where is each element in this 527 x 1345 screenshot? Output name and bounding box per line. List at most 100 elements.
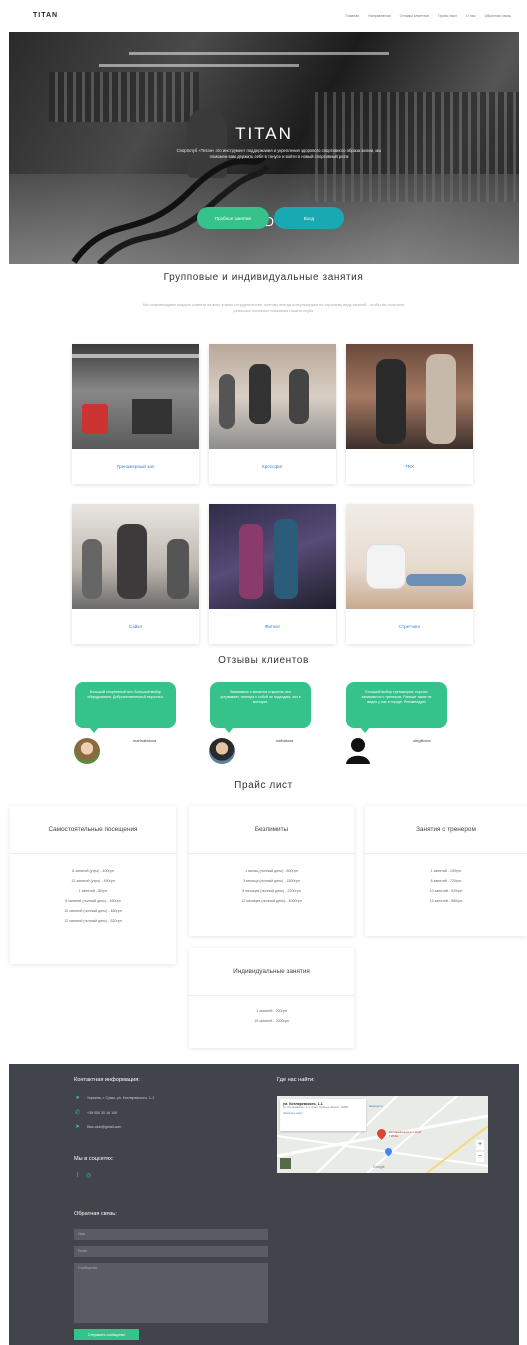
nav-item-directions[interactable]: Направления — [368, 14, 390, 18]
crossfit-photo — [209, 344, 336, 449]
hero-title: TITAN — [235, 124, 293, 143]
social-links: f ◎ — [74, 1172, 92, 1180]
classes-description: Мы сопровождаем каждого клиента на всех … — [142, 303, 405, 313]
stretching-photo — [346, 504, 473, 609]
message-field[interactable]: Сообщение — [74, 1263, 268, 1323]
reviewer-name: nathalosa — [276, 738, 294, 743]
class-label[interactable]: Кроссфит — [209, 449, 336, 484]
class-label[interactable]: TRX — [346, 449, 473, 484]
address-text: Украина, г. Сумы, ул. Котляревского, 1-1 — [87, 1096, 155, 1100]
nav-item-reviews[interactable]: Отзывы клиентов — [400, 14, 429, 18]
email-text[interactable]: titan.club@gmail.com — [87, 1125, 121, 1129]
instagram-icon[interactable]: ◎ — [85, 1172, 92, 1179]
review-bubble: Большой спортивный зал. Большой выбор об… — [75, 682, 176, 733]
name-field[interactable]: Имя — [74, 1229, 268, 1240]
class-card-cycle[interactable]: Сайкл — [72, 504, 199, 644]
nav-item-prices[interactable]: Прайс лист — [438, 14, 457, 18]
price-card: Индивидуальные занятия 1 занятий - 200гр… — [189, 948, 354, 1048]
logo[interactable]: TITAN — [33, 12, 58, 19]
price-card-title: Индивидуальные занятия — [233, 968, 310, 975]
login-button[interactable]: Вход — [274, 207, 344, 229]
gym-photo — [72, 344, 199, 449]
satellite-toggle[interactable] — [280, 1158, 291, 1169]
nav-item-about[interactable]: О нас — [466, 14, 476, 18]
phone-icon: ✆ — [74, 1110, 81, 1116]
price-item: 12 месяцев (полный день) - 4000грн — [241, 899, 302, 903]
class-card-fitness[interactable]: Фитнес — [209, 504, 336, 644]
reviews-title: Отзывы клиентов — [218, 655, 309, 666]
price-item: 3 месяца (полный день) - 1500грн — [243, 879, 300, 883]
ceiling-light — [129, 52, 389, 55]
google-map[interactable]: ул. Котляревского, 1-1 ул. Котляревского… — [277, 1096, 488, 1173]
price-item: 12 занятий (полный день) - 520грн — [64, 919, 122, 923]
facebook-icon[interactable]: f — [74, 1173, 81, 1179]
reviewer-name: oleglitolov — [413, 738, 431, 743]
class-label[interactable]: Фитнес — [209, 609, 336, 644]
zoom-out-button[interactable]: − — [476, 1152, 484, 1162]
address-row: ● Украина, г. Сумы, ул. Котляревского, 1… — [74, 1095, 154, 1101]
price-item: 10 занятий - 920грн — [429, 889, 463, 893]
phone-row: ✆ +38 050 30 16 106 — [74, 1109, 117, 1116]
reviewer-name: marinafatova — [133, 738, 157, 743]
map-title: Где нас найти: — [277, 1077, 315, 1083]
submit-button[interactable]: Отправить сообщение — [74, 1329, 139, 1340]
price-item: 12 занятий (утро) - 490грн — [71, 879, 115, 883]
review-bubble: Занимаюсь с момента открытия, все устраи… — [210, 682, 311, 733]
user-silhouette-icon — [346, 738, 370, 764]
zoom-in-button[interactable]: + — [476, 1140, 484, 1150]
fitness-photo — [209, 504, 336, 609]
price-item: 1 занятий - 80грн — [78, 889, 108, 893]
map-card-address: ул. Котляревского, 1-1, Суми, Сумська об… — [283, 1106, 349, 1109]
cycle-photo — [72, 504, 199, 609]
class-card-crossfit[interactable]: Кроссфит — [209, 344, 336, 484]
avatar — [209, 738, 235, 764]
class-card-trx[interactable]: TRX — [346, 344, 473, 484]
price-item: 1 занятий - 150грн — [430, 869, 462, 873]
equipment-rack — [49, 72, 199, 122]
price-card: Безлимиты 1 месяц (полный день) - 800грн… — [189, 806, 354, 936]
map-place-card: ул. Котляревского, 1-1 ул. Котляревского… — [280, 1099, 366, 1131]
price-item: 8 занятий - 720грн — [430, 879, 462, 883]
map-enlarge-link[interactable]: Увеличить карту — [283, 1112, 363, 1115]
trial-class-button[interactable]: Пробное занятие — [197, 207, 269, 229]
classes-title: Групповые и индивидуальные занятия — [163, 272, 364, 283]
trx-photo — [346, 344, 473, 449]
ceiling-light — [99, 64, 299, 67]
footer: Контактная информация: ● Украина, г. Сум… — [9, 1064, 519, 1345]
price-card: Занятия с тренером 1 занятий - 150грн 8 … — [365, 806, 527, 936]
price-item: 8 занятий (полный день) - 450грн — [65, 899, 121, 903]
price-item: 10 занятий (полный день) - 480грн — [64, 909, 122, 913]
location-pin-icon: ● — [75, 1095, 80, 1101]
contacts-title: Контактная информация: — [74, 1077, 140, 1083]
class-label[interactable]: Тренажерный зал — [72, 449, 199, 484]
route-link[interactable]: Маршрути — [369, 1104, 382, 1108]
class-card-gym[interactable]: Тренажерный зал — [72, 344, 199, 484]
map-place-label: Котляревського 1-1 Клуб ТИТАН — [389, 1130, 422, 1138]
price-item: 6 месяцев (полный день) - 2200грн — [242, 889, 301, 893]
class-card-stretching[interactable]: Стретчинг — [346, 504, 473, 644]
price-item: 1 месяц (полный день) - 800грн — [245, 869, 298, 873]
price-card-title: Самостоятельные посещения — [48, 826, 138, 833]
price-item: 1 занятий - 200грн — [256, 1009, 287, 1013]
google-logo: Google — [373, 1165, 385, 1169]
class-label[interactable]: Сайкл — [72, 609, 199, 644]
review-bubble: Большой выбор тренажеров, хорошо занимаю… — [346, 682, 447, 733]
top-nav: TITAN Главная Направления Отзывы клиенто… — [0, 0, 527, 34]
email-row: ➤ titan.club@gmail.com — [74, 1123, 121, 1130]
phone-text[interactable]: +38 050 30 16 106 — [87, 1111, 117, 1115]
email-field[interactable]: Email — [74, 1246, 268, 1257]
price-item: 10 занятий - 2000грн — [254, 1019, 289, 1023]
nav-item-home[interactable]: Главная — [346, 14, 360, 18]
class-label[interactable]: Стретчинг — [346, 609, 473, 644]
price-item: 12 занятий - 980грн — [429, 899, 463, 903]
hero-subtitle: Спортклуб «Титан» это инструмент поддерж… — [176, 148, 382, 159]
price-card: Самостоятельные посещения 8 занятий (утр… — [10, 806, 176, 964]
social-title: Мы в соцсетях: — [74, 1156, 114, 1162]
price-item: 8 занятий (утро) - 400грн — [72, 869, 114, 873]
nav-item-feedback[interactable]: Обратная связь — [485, 14, 511, 18]
hero-banner: TITAN Спортклуб «Титан» это инструмент п… — [9, 32, 519, 264]
price-card-title: Занятия с тренером — [416, 826, 476, 833]
feedback-title: Обратная связь: — [74, 1211, 117, 1217]
prices-title: Прайс лист — [234, 780, 293, 791]
avatar — [74, 738, 100, 764]
